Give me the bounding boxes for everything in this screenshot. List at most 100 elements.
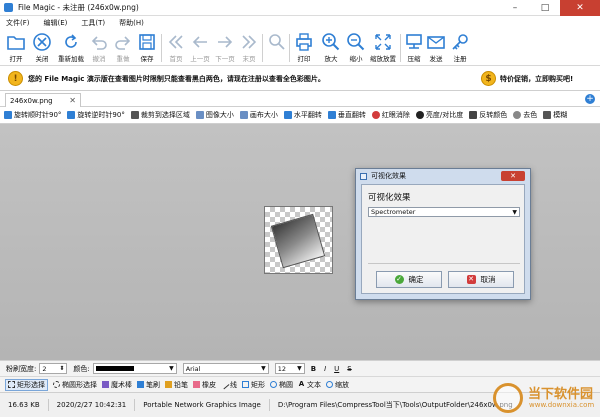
- image-preview[interactable]: [264, 206, 333, 274]
- zoom-in-button[interactable]: 放大: [318, 32, 344, 64]
- flip-horizontal-label: 水平翻转: [293, 111, 322, 119]
- brush-icon: [137, 381, 144, 388]
- zoom-tool[interactable]: 缩放: [326, 380, 349, 390]
- crop-tool[interactable]: 裁剪到选择区域: [130, 110, 190, 120]
- dialog-window-icon: [360, 172, 367, 180]
- flip-vertical-tool[interactable]: 垂直翻转: [327, 110, 366, 120]
- cross-icon: ✕: [466, 275, 476, 284]
- magic-wand-icon: [102, 381, 109, 388]
- flip-vertical-icon: [327, 111, 336, 119]
- prev-page-button[interactable]: 上一页: [187, 32, 213, 64]
- add-tab-icon[interactable]: +: [585, 94, 595, 104]
- file-size: 16.63 KB: [0, 399, 49, 411]
- find-button[interactable]: [264, 32, 290, 64]
- brush-tool[interactable]: 笔刷: [137, 380, 160, 390]
- line-tool[interactable]: 线: [219, 379, 237, 390]
- cancel-label: 取消: [480, 275, 496, 284]
- double-chevron-right-icon: [242, 35, 257, 49]
- invert-colors-tool[interactable]: 反转颜色: [469, 110, 507, 120]
- cancel-button[interactable]: ✕ 取消: [448, 271, 514, 288]
- prev-label: 上一页: [190, 55, 210, 63]
- arrow-left-icon: [192, 36, 207, 48]
- rotate-ccw-tool[interactable]: 旋转逆时针90°: [67, 110, 125, 120]
- open-button[interactable]: 打开: [3, 32, 29, 64]
- close-file-button[interactable]: 关闭: [29, 32, 55, 64]
- pencil-tool[interactable]: 铅笔: [165, 380, 188, 390]
- minimize-button[interactable]: –: [500, 0, 530, 16]
- send-button[interactable]: 发送: [423, 32, 449, 64]
- red-eye-tool[interactable]: 红眼消除: [371, 110, 410, 120]
- zoom-out-button[interactable]: 缩小: [343, 32, 369, 64]
- main-toolbar: 打开 关闭 重新加载 撤消 重做 保存 首页 上一页 下一页 末页 打印 放大 …: [0, 30, 600, 66]
- document-tab[interactable]: 246x0w.png ✕: [5, 93, 81, 107]
- dollar-coin-icon: $: [481, 71, 496, 86]
- italic-button[interactable]: I: [324, 365, 326, 373]
- close-window-button[interactable]: ✕: [560, 0, 600, 16]
- crop-label: 裁剪到选择区域: [140, 111, 190, 119]
- check-icon: ✓: [394, 275, 404, 284]
- register-button[interactable]: 注册: [447, 32, 473, 64]
- canvas-size-icon: [239, 111, 248, 119]
- zoom-in-label: 放大: [324, 55, 338, 63]
- zoom-in-icon: [322, 33, 340, 51]
- tab-close-icon[interactable]: ✕: [69, 96, 76, 105]
- pencil-icon: [165, 381, 172, 388]
- line-icon: [219, 379, 230, 390]
- ellipse-tool[interactable]: 椭圆: [270, 380, 293, 390]
- ellipse-select-tool[interactable]: 椭圆形选择: [53, 380, 97, 390]
- color-picker[interactable]: ▼: [92, 363, 177, 374]
- print-label: 打印: [297, 55, 311, 63]
- ok-button[interactable]: ✓ 确定: [376, 271, 442, 288]
- bold-button[interactable]: B: [311, 365, 316, 373]
- rect-select-label: 矩形选择: [17, 380, 45, 389]
- window-controls: – □ ✕: [500, 0, 600, 16]
- desaturate-tool[interactable]: 去色: [513, 110, 537, 120]
- menu-help[interactable]: 帮助(H): [119, 18, 144, 28]
- last-page-button[interactable]: 末页: [236, 32, 262, 64]
- text-tool[interactable]: A 文本: [298, 380, 321, 390]
- font-size-select[interactable]: 12 ▼: [274, 363, 305, 374]
- brightness-icon: [415, 111, 424, 119]
- canvas-size-label: 画布大小: [249, 111, 278, 119]
- strikethrough-button[interactable]: S: [347, 365, 351, 373]
- chevron-down-icon: ▼: [169, 365, 174, 372]
- blur-tool[interactable]: 模糊: [543, 110, 567, 120]
- flip-horizontal-tool[interactable]: 水平翻转: [283, 110, 322, 120]
- maximize-button[interactable]: □: [530, 0, 560, 16]
- promo-message[interactable]: 您的 File Magic 演示版在查看图片时限制只能查看黑白两色，请现在注册以…: [28, 74, 325, 84]
- effect-select[interactable]: Spectrometer ▼: [368, 207, 520, 217]
- eraser-icon: [193, 381, 200, 388]
- redo-button[interactable]: 重做: [110, 32, 136, 64]
- print-button[interactable]: 打印: [291, 32, 317, 64]
- fit-button[interactable]: 缩放放置: [367, 32, 399, 64]
- first-page-button[interactable]: 首页: [163, 32, 189, 64]
- promo-sale-link[interactable]: 特价促销，立即购买吧!: [500, 74, 573, 84]
- watermark: 当下软件园 www.downxia.com: [493, 380, 600, 417]
- rect-select-tool[interactable]: 矩形选择: [5, 378, 48, 391]
- canvas-size-tool[interactable]: 画布大小: [239, 110, 278, 120]
- menu-file[interactable]: 文件(F): [6, 18, 30, 28]
- magic-wand-tool[interactable]: 魔术棒: [102, 380, 132, 390]
- image-size-tool[interactable]: 图像大小: [195, 110, 234, 120]
- menu-tools[interactable]: 工具(T): [81, 18, 105, 28]
- rotate-cw-tool[interactable]: 旋转顺时针90°: [4, 110, 61, 120]
- invert-icon: [469, 111, 478, 119]
- eraser-tool[interactable]: 橡皮: [193, 380, 216, 390]
- send-label: 发送: [429, 55, 443, 63]
- menu-edit[interactable]: 编辑(E): [44, 18, 68, 28]
- undo-label: 撤消: [92, 55, 106, 63]
- dialog-close-button[interactable]: ✕: [501, 171, 525, 181]
- rectangle-tool[interactable]: 矩形: [242, 380, 265, 390]
- underline-button[interactable]: U: [334, 365, 339, 373]
- brush-width-spinner[interactable]: 2 ⬍: [39, 363, 68, 374]
- chevron-down-icon: ▼: [261, 365, 266, 372]
- font-select[interactable]: Arial ▼: [182, 363, 269, 374]
- spinner-arrows-icon: ⬍: [59, 365, 65, 372]
- effect-select-value: Spectrometer: [371, 208, 416, 216]
- reload-button[interactable]: 重新加载: [56, 32, 86, 64]
- brightness-contrast-tool[interactable]: 亮度/对比度: [415, 110, 463, 120]
- next-page-button[interactable]: 下一页: [212, 32, 238, 64]
- undo-button[interactable]: 撤消: [86, 32, 112, 64]
- save-button[interactable]: 保存: [134, 32, 160, 64]
- invert-colors-label: 反转颜色: [479, 111, 508, 119]
